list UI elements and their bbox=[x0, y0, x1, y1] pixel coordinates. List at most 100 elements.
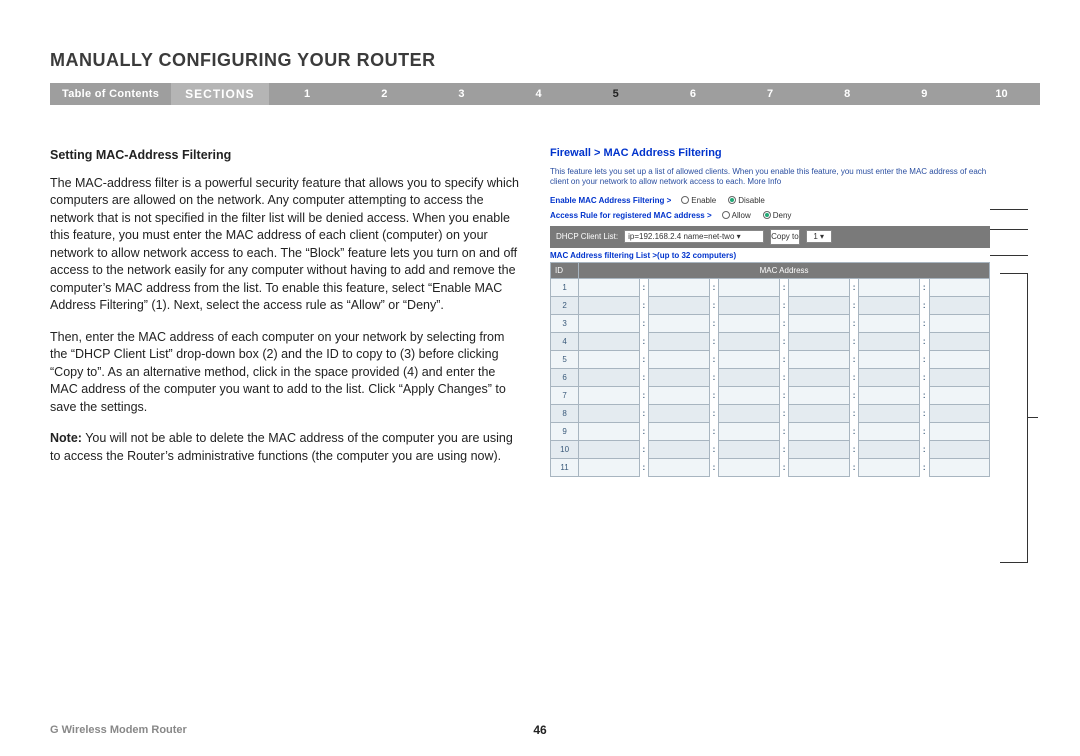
section-link-8[interactable]: 8 bbox=[809, 83, 886, 105]
mac-octet-input[interactable] bbox=[859, 368, 919, 386]
mac-octet-input[interactable] bbox=[719, 368, 779, 386]
mac-octet-input[interactable] bbox=[719, 296, 779, 314]
mac-octet-input[interactable] bbox=[719, 386, 779, 404]
section-link-2[interactable]: 2 bbox=[346, 83, 423, 105]
mac-octet-input[interactable] bbox=[859, 296, 919, 314]
mac-octet-input[interactable] bbox=[789, 422, 849, 440]
section-link-7[interactable]: 7 bbox=[731, 83, 808, 105]
mac-octet-input[interactable] bbox=[649, 314, 709, 332]
mac-octet-input[interactable] bbox=[859, 332, 919, 350]
table-row: 10::::: bbox=[551, 440, 990, 458]
mac-octet-input[interactable] bbox=[789, 386, 849, 404]
mac-octet-input[interactable] bbox=[579, 386, 639, 404]
mac-separator: : bbox=[639, 278, 649, 296]
mac-octet-input[interactable] bbox=[719, 278, 779, 296]
copy-id-select[interactable]: 1 ▾ bbox=[806, 230, 832, 243]
mac-octet-input[interactable] bbox=[789, 404, 849, 422]
enable-radio[interactable]: Enable bbox=[681, 196, 716, 205]
copy-to-button[interactable]: Copy to bbox=[770, 229, 800, 245]
mac-octet-input[interactable] bbox=[859, 440, 919, 458]
mac-octet-input[interactable] bbox=[929, 350, 989, 368]
mac-octet-input[interactable] bbox=[579, 314, 639, 332]
mac-separator: : bbox=[919, 314, 929, 332]
mac-octet-input[interactable] bbox=[649, 368, 709, 386]
chapter-title: MANUALLY CONFIGURING YOUR ROUTER bbox=[50, 50, 1040, 71]
mac-octet-input[interactable] bbox=[719, 458, 779, 476]
mac-octet-input[interactable] bbox=[649, 422, 709, 440]
mac-octet-input[interactable] bbox=[649, 404, 709, 422]
mac-octet-input[interactable] bbox=[579, 278, 639, 296]
mac-octet-input[interactable] bbox=[649, 332, 709, 350]
section-link-4[interactable]: 4 bbox=[500, 83, 577, 105]
mac-separator: : bbox=[639, 422, 649, 440]
product-name: G Wireless Modem Router bbox=[50, 724, 187, 736]
mac-octet-input[interactable] bbox=[579, 458, 639, 476]
mac-octet-input[interactable] bbox=[789, 278, 849, 296]
mac-octet-input[interactable] bbox=[859, 386, 919, 404]
row-id: 1 bbox=[551, 278, 579, 296]
mac-octet-input[interactable] bbox=[579, 404, 639, 422]
mac-octet-input[interactable] bbox=[789, 296, 849, 314]
mac-octet-input[interactable] bbox=[649, 458, 709, 476]
rule-label: Access Rule for registered MAC address > bbox=[550, 211, 712, 220]
mac-octet-input[interactable] bbox=[649, 440, 709, 458]
mac-octet-input[interactable] bbox=[929, 422, 989, 440]
section-link-3[interactable]: 3 bbox=[423, 83, 500, 105]
mac-octet-input[interactable] bbox=[579, 350, 639, 368]
mac-octet-input[interactable] bbox=[929, 278, 989, 296]
mac-octet-input[interactable] bbox=[929, 296, 989, 314]
mac-octet-input[interactable] bbox=[789, 368, 849, 386]
mac-octet-input[interactable] bbox=[929, 386, 989, 404]
mac-octet-input[interactable] bbox=[859, 404, 919, 422]
mac-octet-input[interactable] bbox=[929, 440, 989, 458]
mac-octet-input[interactable] bbox=[859, 422, 919, 440]
mac-octet-input[interactable] bbox=[719, 422, 779, 440]
mac-octet-input[interactable] bbox=[649, 278, 709, 296]
row-id: 5 bbox=[551, 350, 579, 368]
mac-octet-input[interactable] bbox=[929, 404, 989, 422]
section-link-9[interactable]: 9 bbox=[886, 83, 963, 105]
disable-radio[interactable]: Disable bbox=[728, 196, 765, 205]
mac-octet-input[interactable] bbox=[859, 350, 919, 368]
section-link-5[interactable]: 5 bbox=[577, 83, 654, 105]
mac-octet-input[interactable] bbox=[719, 314, 779, 332]
mac-octet-input[interactable] bbox=[789, 314, 849, 332]
mac-octet-input[interactable] bbox=[789, 332, 849, 350]
deny-radio[interactable]: Deny bbox=[763, 211, 792, 220]
dhcp-client-select[interactable]: ip=192.168.2.4 name=net-two ▾ bbox=[624, 230, 764, 243]
mac-octet-input[interactable] bbox=[719, 440, 779, 458]
section-link-6[interactable]: 6 bbox=[654, 83, 731, 105]
section-link-10[interactable]: 10 bbox=[963, 83, 1040, 105]
mac-octet-input[interactable] bbox=[579, 332, 639, 350]
toc-link[interactable]: Table of Contents bbox=[50, 88, 171, 100]
mac-octet-input[interactable] bbox=[789, 350, 849, 368]
filter-list-caption: MAC Address filtering List >(up to 32 co… bbox=[550, 251, 990, 260]
allow-radio[interactable]: Allow bbox=[722, 211, 751, 220]
mac-octet-input[interactable] bbox=[929, 314, 989, 332]
row-id: 6 bbox=[551, 368, 579, 386]
mac-octet-input[interactable] bbox=[649, 296, 709, 314]
mac-octet-input[interactable] bbox=[579, 368, 639, 386]
mac-octet-input[interactable] bbox=[859, 314, 919, 332]
mac-separator: : bbox=[919, 404, 929, 422]
mac-octet-input[interactable] bbox=[859, 278, 919, 296]
screenshot-desc: This feature lets you set up a list of a… bbox=[550, 167, 990, 188]
mac-octet-input[interactable] bbox=[579, 296, 639, 314]
mac-octet-input[interactable] bbox=[929, 458, 989, 476]
table-row: 1::::: bbox=[551, 278, 990, 296]
mac-octet-input[interactable] bbox=[579, 422, 639, 440]
table-row: 4::::: bbox=[551, 332, 990, 350]
mac-octet-input[interactable] bbox=[719, 404, 779, 422]
section-link-1[interactable]: 1 bbox=[269, 83, 346, 105]
mac-octet-input[interactable] bbox=[649, 386, 709, 404]
mac-octet-input[interactable] bbox=[719, 350, 779, 368]
mac-octet-input[interactable] bbox=[929, 332, 989, 350]
mac-octet-input[interactable] bbox=[789, 458, 849, 476]
mac-octet-input[interactable] bbox=[789, 440, 849, 458]
mac-octet-input[interactable] bbox=[649, 350, 709, 368]
mac-separator: : bbox=[639, 404, 649, 422]
mac-octet-input[interactable] bbox=[719, 332, 779, 350]
mac-octet-input[interactable] bbox=[859, 458, 919, 476]
mac-octet-input[interactable] bbox=[579, 440, 639, 458]
mac-octet-input[interactable] bbox=[929, 368, 989, 386]
